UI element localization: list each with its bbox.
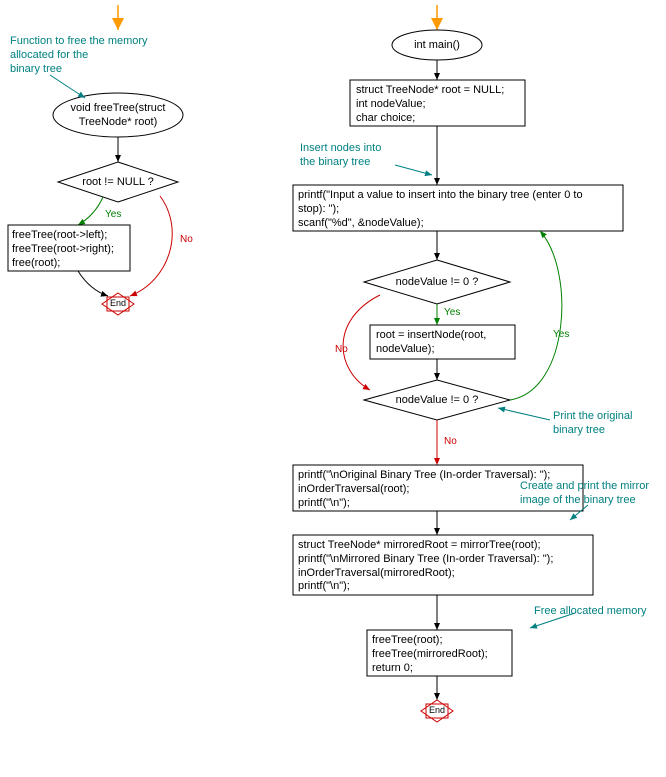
edge-no-left: No: [180, 235, 193, 245]
edge-yes-left: Yes: [105, 210, 121, 220]
decision-root-null: root != NULL ?: [70, 176, 166, 190]
edge-yes-cond1: Yes: [444, 308, 460, 318]
edge-no-cond2: No: [444, 437, 457, 447]
decision-nodevalue-2: nodeValue != 0 ?: [384, 394, 490, 408]
process-mirror: struct TreeNode* mirroredRoot = mirrorTr…: [298, 539, 588, 594]
process-insert: root = insertNode(root, nodeValue);: [376, 329, 512, 357]
process-free-children: freeTree(root->left); freeTree(root->rig…: [12, 229, 128, 270]
edge-yes-loop: Yes: [553, 330, 569, 340]
end-right: End: [425, 705, 449, 716]
process-free: freeTree(root); freeTree(mirroredRoot); …: [372, 634, 510, 675]
terminal-main: int main(): [400, 39, 474, 53]
annotation-free: Free allocated memory: [534, 605, 664, 619]
annotation-insert: Insert nodes into the binary tree: [300, 142, 410, 170]
decision-nodevalue-1: nodeValue != 0 ?: [384, 276, 490, 290]
process-prompt: printf("Input a value to insert into the…: [298, 189, 618, 230]
annotation-print-original: Print the original binary tree: [553, 410, 653, 438]
end-left: End: [106, 298, 130, 309]
annotation-freetree: Function to free the memory allocated fo…: [10, 35, 170, 76]
process-declarations: struct TreeNode* root = NULL; int nodeVa…: [356, 84, 521, 125]
edge-no-cond1: No: [335, 345, 348, 355]
terminal-freetree: void freeTree(struct TreeNode* root): [58, 102, 178, 130]
annotation-mirror: Create and print the mirror image of the…: [520, 480, 666, 508]
